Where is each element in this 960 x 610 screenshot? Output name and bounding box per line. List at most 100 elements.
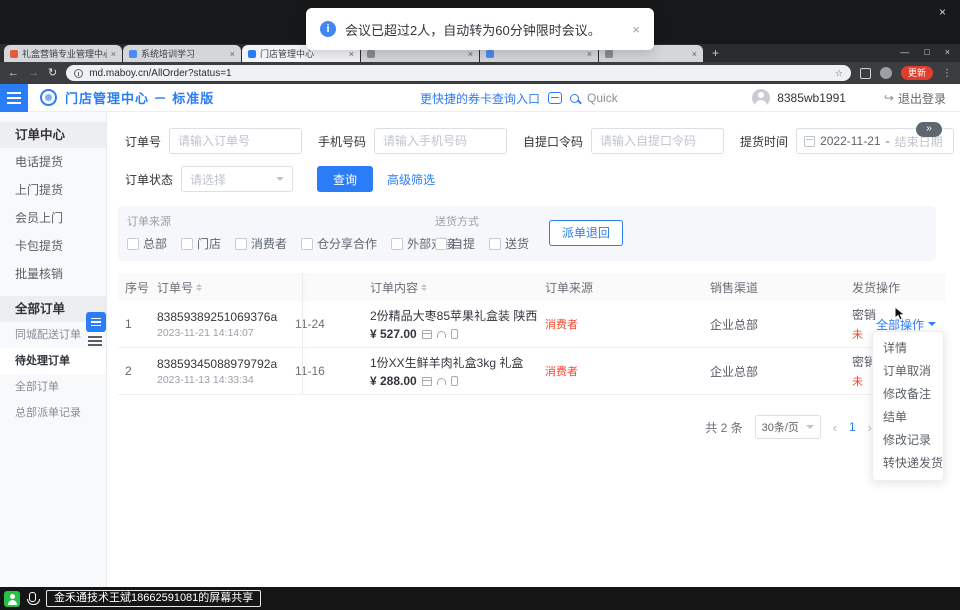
dispatch-return-button[interactable]: 派单退回 (549, 220, 623, 246)
sidebar-item-member-visit[interactable]: 会员上门 (0, 204, 106, 232)
calendar-icon (804, 136, 815, 147)
coupon-icon[interactable] (548, 92, 562, 104)
username-text[interactable]: 8385wb1991 (777, 91, 846, 105)
site-info-icon[interactable] (74, 69, 83, 78)
checkbox-source-store[interactable]: 门店 (181, 235, 221, 252)
headset-icon (437, 378, 446, 385)
address-bar[interactable]: md.maboy.cn/AllOrder?status=1 ☆ (66, 65, 851, 81)
extensions-icon[interactable] (860, 68, 871, 79)
phone-label: 手机号码 (318, 133, 366, 150)
browser-toolbar: ← → ↻ md.maboy.cn/AllOrder?status=1 ☆ 更新… (0, 62, 960, 84)
back-icon[interactable]: ← (8, 68, 19, 79)
logout-button[interactable]: ↪ 退出登录 (884, 90, 946, 107)
header-order-content[interactable]: 订单内容 (370, 279, 545, 296)
orders-table: 序号 订单号 订单内容 订单来源 销售渠道 发货 操作 1 8385938925… (118, 273, 945, 395)
pickup-time-label: 提货时间 (740, 133, 788, 150)
toast-message: 会议已超过2人，自动转为60分钟限时会议。 (345, 20, 601, 39)
header-order-no[interactable]: 订单号 (157, 279, 295, 296)
sidebar-item-hq-dispatch-records[interactable]: 总部派单记录 (0, 400, 106, 426)
browser-tab[interactable]: 系统培训学习 × (123, 45, 241, 62)
order-source-group: 订单来源 总部 门店 消费者 仓分享合作 外部对接 (127, 213, 435, 252)
order-no-input[interactable] (169, 128, 302, 154)
browser-update-badge[interactable]: 更新 (901, 66, 933, 80)
bookmark-star-icon[interactable]: ☆ (835, 68, 843, 79)
checkbox-label: 总部 (143, 235, 167, 252)
checkbox-source-consumer[interactable]: 消费者 (235, 235, 287, 252)
cell-pickup-date: 11-16 (295, 364, 370, 378)
phone-input[interactable] (374, 128, 507, 154)
sort-icon[interactable] (421, 281, 427, 294)
checkbox-icon (391, 238, 403, 250)
tab-close-icon[interactable]: × (230, 49, 235, 59)
tab-close-icon[interactable]: × (587, 49, 592, 59)
window-close-icon[interactable]: × (945, 47, 950, 57)
filter-row-2: 订单状态 请选择 查询 高级筛选 (125, 166, 960, 192)
collapse-panel-button[interactable]: » (916, 122, 942, 137)
order-status-select[interactable]: 请选择 (181, 166, 293, 192)
menu-item-details[interactable]: 详情 (873, 337, 943, 360)
microphone-icon[interactable] (29, 592, 36, 602)
header-center: 更快捷的券卡查询入口 Quick (420, 84, 618, 112)
sidebar-item-batch-verify[interactable]: 批量核销 (0, 260, 106, 288)
menu-hamburger-button[interactable] (0, 84, 28, 112)
current-page-button[interactable]: 1 (849, 420, 856, 434)
menu-item-close-order[interactable]: 结单 (873, 406, 943, 429)
checkbox-delivery-deliver[interactable]: 送货 (489, 235, 529, 252)
chevron-down-icon (806, 425, 814, 433)
page-size-select[interactable]: 30条/页 (755, 415, 821, 439)
checkbox-delivery-selfpickup[interactable]: 自提 (435, 235, 475, 252)
prev-page-button[interactable]: ‹ (833, 420, 837, 435)
phone-icon (451, 376, 458, 386)
sidebar-toggle-button[interactable] (86, 312, 106, 332)
sidebar-section-order-center[interactable]: 订单中心 (0, 122, 106, 148)
header-sales-channel: 销售渠道 (710, 279, 852, 296)
pickup-code-input[interactable] (591, 128, 724, 154)
menu-item-edit-remark[interactable]: 修改备注 (873, 383, 943, 406)
sidebar-hamburger-icon[interactable] (88, 336, 102, 346)
window-minimize-icon[interactable]: — (900, 47, 909, 57)
quick-search-label[interactable]: Quick (587, 91, 618, 105)
tab-close-icon[interactable]: × (468, 49, 473, 59)
search-icon[interactable] (570, 94, 579, 103)
tab-close-icon[interactable]: × (692, 49, 697, 59)
sidebar-item-phone-pickup[interactable]: 电话提货 (0, 148, 106, 176)
sidebar: 订单中心 电话提货 上门提货 会员上门 卡包提货 批量核销 全部订单 同城配送订… (0, 112, 107, 587)
new-tab-button[interactable]: + (712, 46, 719, 60)
checkbox-label: 送货 (505, 235, 529, 252)
search-button[interactable]: 查询 (317, 166, 373, 192)
coupon-query-link[interactable]: 更快捷的券卡查询入口 (420, 90, 540, 107)
checkbox-source-hq[interactable]: 总部 (127, 235, 167, 252)
sort-icon[interactable] (196, 281, 202, 294)
window-controls: — □ × (900, 47, 950, 57)
forward-icon[interactable]: → (28, 68, 39, 79)
menu-item-edit-records[interactable]: 修改记录 (873, 429, 943, 452)
browser-tab[interactable]: 礼盒营销专业管理中心 × (4, 45, 122, 62)
refresh-icon[interactable]: ↻ (48, 68, 57, 79)
order-status-label: 订单状态 (125, 171, 173, 188)
menu-item-express-ship[interactable]: 转快递发货 (873, 452, 943, 475)
sidebar-item-pending-orders[interactable]: 待处理订单 (0, 348, 106, 374)
overlay-close-icon[interactable]: × (939, 5, 946, 19)
advanced-filter-link[interactable]: 高级筛选 (387, 171, 435, 188)
tab-close-icon[interactable]: × (349, 49, 354, 59)
sidebar-item-door-pickup[interactable]: 上门提货 (0, 176, 106, 204)
menu-item-cancel-order[interactable]: 订单取消 (873, 360, 943, 383)
checkbox-icon (181, 238, 193, 250)
sidebar-item-card-pickup[interactable]: 卡包提货 (0, 232, 106, 260)
sidebar-item-all-orders[interactable]: 全部订单 (0, 374, 106, 400)
date-separator: - (886, 134, 890, 148)
app-header: 门店管理中心 － 标准版 更快捷的券卡查询入口 Quick 8385wb1991… (0, 84, 960, 112)
toast-close-icon[interactable]: × (632, 22, 640, 37)
order-price: ¥ 288.00 (370, 374, 417, 388)
cell-index: 2 (125, 364, 157, 378)
checkbox-source-warehouse-share[interactable]: 仓分享合作 (301, 235, 377, 252)
all-actions-dropdown-button[interactable]: 全部操作 (876, 316, 945, 333)
browser-profile-avatar[interactable] (880, 67, 892, 79)
user-avatar-icon (752, 89, 770, 107)
table-row: 1 83859389251069376a 2023-11-21 14:14:07… (118, 301, 945, 348)
start-date-value: 2022-11-21 (820, 134, 881, 148)
tab-close-icon[interactable]: × (111, 49, 116, 59)
fixed-column-divider (302, 273, 303, 395)
browser-menu-icon[interactable]: ⋮ (942, 68, 952, 79)
window-maximize-icon[interactable]: □ (924, 47, 929, 57)
